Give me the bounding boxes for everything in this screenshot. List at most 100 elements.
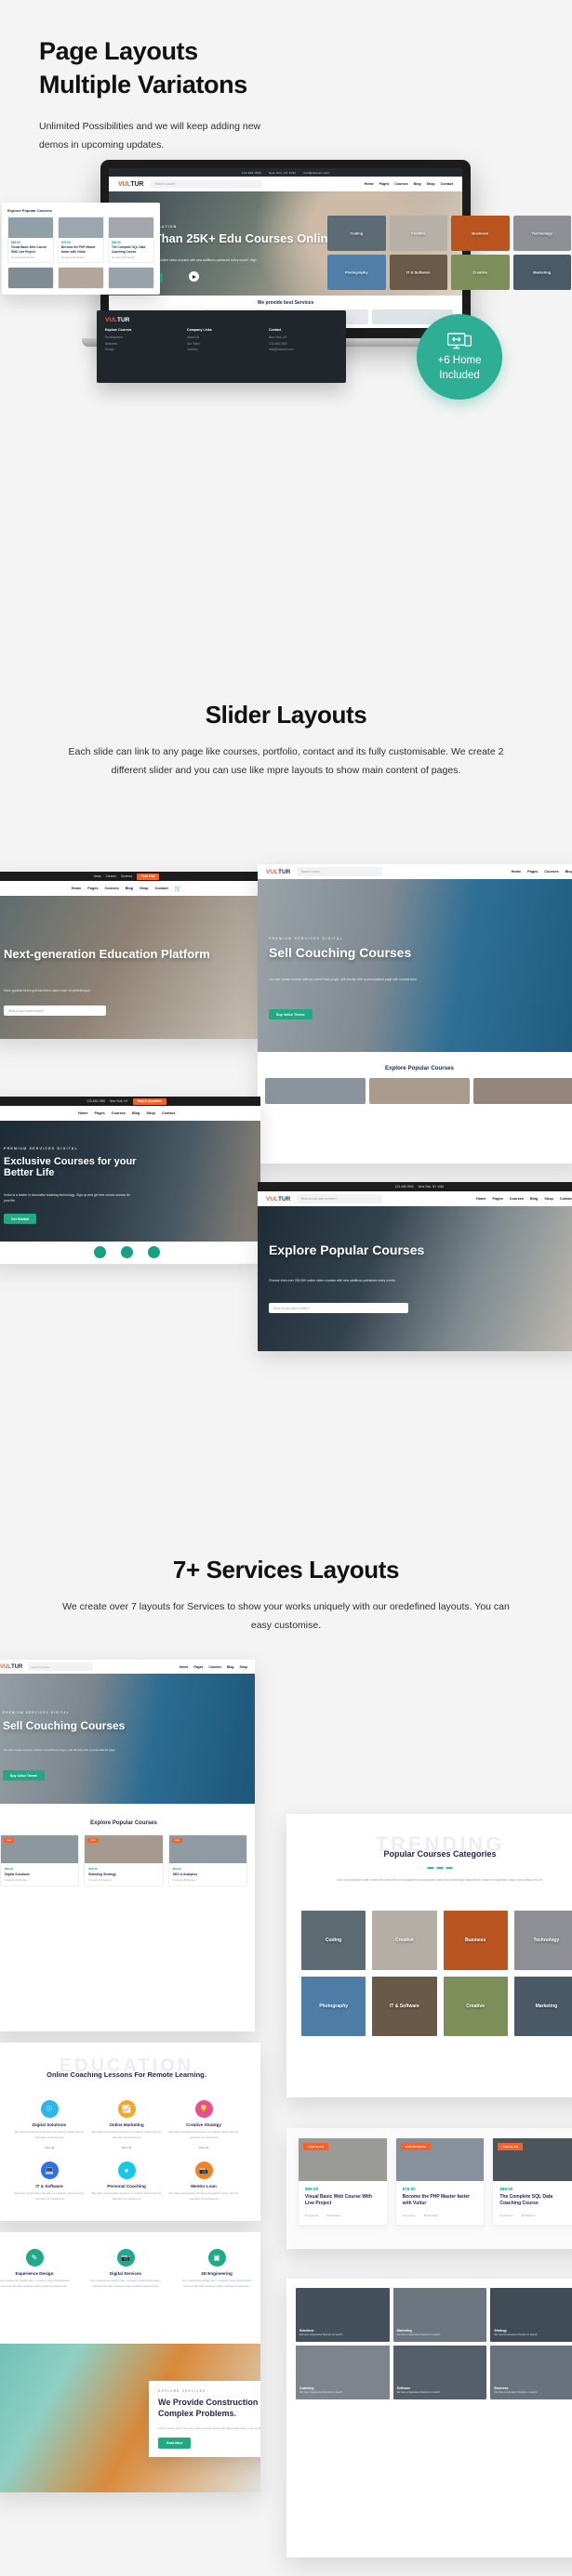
- buy-theme-button[interactable]: Buy Vultur Theme: [3, 1770, 45, 1781]
- nav-item-courses[interactable]: Courses: [394, 182, 407, 186]
- slider-shot-next-generation[interactable]: News Careers Services Free Trial Home Pa…: [0, 872, 260, 1039]
- brand-logo[interactable]: VULTUR: [0, 1664, 22, 1670]
- view-all-link[interactable]: View all: [167, 2146, 240, 2149]
- shot-search-input[interactable]: What do you want to learn?: [4, 1005, 106, 1016]
- slider-dot[interactable]: [93, 1246, 106, 1258]
- nav-item-contact[interactable]: Contact: [162, 1111, 175, 1115]
- course-card[interactable]: LIVE $79.00 Branding Strategy 8 Lessons …: [84, 1834, 164, 1886]
- buy-theme-button[interactable]: Buy Vultur Theme: [269, 1009, 313, 1019]
- course-card[interactable]: LIVE $89.00 Digital Solutions 8 Lessons …: [0, 1834, 80, 1886]
- nav-item-pages[interactable]: Pages: [527, 870, 538, 874]
- nav-item-shop[interactable]: Shop: [140, 887, 149, 890]
- category-tile[interactable]: Technology: [513, 1911, 572, 1970]
- category-tile[interactable]: Marketing: [513, 1977, 572, 2036]
- service-card[interactable]: 📈 Online Marketing We have progressive t…: [90, 2100, 163, 2149]
- footer-col-item[interactable]: Business: [105, 341, 174, 348]
- course-thumb[interactable]: [473, 1078, 572, 1104]
- nav-item-shop[interactable]: Shop: [240, 1665, 247, 1669]
- course-card[interactable]: ANGULAR $99.00 Visual Basic Web Course W…: [298, 2137, 388, 2226]
- nav-item-contact[interactable]: Contact: [155, 887, 168, 890]
- panel-search-input[interactable]: Search course...: [28, 1663, 94, 1671]
- footer-col-item[interactable]: About Us: [187, 335, 256, 341]
- nav-item-blog[interactable]: Blog: [414, 182, 421, 186]
- nav-item-shop[interactable]: Shop: [544, 1197, 553, 1201]
- shot-search-hero-input[interactable]: What do you want to learn?: [269, 1303, 408, 1313]
- gallery-tile[interactable]: Coaching We have progressive theories on …: [296, 2346, 390, 2399]
- topbar-link[interactable]: Services: [121, 874, 132, 878]
- service-card[interactable]: 💡 Creative Strategy We have progressive …: [167, 2100, 240, 2149]
- brand-logo[interactable]: VULTUR: [118, 181, 143, 188]
- nav-item-pages[interactable]: Pages: [87, 887, 98, 890]
- play-icon[interactable]: [189, 271, 199, 282]
- category-tile[interactable]: Creative: [389, 216, 447, 251]
- mini-course-card[interactable]: $79.00 Become the PHP Master faster with…: [58, 217, 104, 263]
- topbar-link[interactable]: Careers: [106, 874, 116, 878]
- footer-col-item[interactable]: Our Team: [187, 341, 256, 348]
- category-tile[interactable]: Creative: [372, 1911, 437, 1970]
- view-all-link[interactable]: View all: [90, 2146, 163, 2149]
- topbar-link[interactable]: News: [94, 874, 101, 878]
- nav-item-courses[interactable]: Courses: [104, 887, 118, 890]
- nav-item-home[interactable]: Home: [512, 870, 522, 874]
- slider-dots[interactable]: [0, 1246, 260, 1258]
- category-tile[interactable]: Coding: [301, 1911, 366, 1970]
- services-panel-gallery[interactable]: Solutions We have progressive theories on…: [286, 2279, 572, 2557]
- help-button[interactable]: Help & Ammeline: [132, 1097, 166, 1105]
- service-card[interactable]: ● Personal Coaching We have progressive …: [90, 2162, 163, 2202]
- gallery-tile[interactable]: Business We have progressive theories on …: [490, 2346, 572, 2399]
- course-thumb[interactable]: [369, 1078, 470, 1104]
- services-panel-courses[interactable]: ANGULAR $99.00 Visual Basic Web Course W…: [286, 2128, 572, 2249]
- category-tile[interactable]: Photography: [327, 255, 386, 290]
- services-panel-coaching[interactable]: EDUCATION Online Coaching Lessons For Re…: [0, 2043, 260, 2221]
- category-tile[interactable]: Photography: [301, 1977, 366, 2036]
- mini-course-card[interactable]: [108, 266, 154, 289]
- services-panel-sell-couching[interactable]: VULTUR Search course... Home Pages Cours…: [0, 1660, 255, 2031]
- nav-item-home[interactable]: Home: [476, 1197, 486, 1201]
- course-card[interactable]: WORDPRESS $79.00 Become the PHP Master f…: [394, 2137, 486, 2226]
- read-more-button[interactable]: Read More: [158, 2437, 192, 2449]
- brand-logo[interactable]: VULTUR: [266, 1196, 290, 1203]
- free-trial-button[interactable]: Free Trial: [137, 873, 160, 880]
- footer-col-item[interactable]: Careers: [187, 347, 256, 353]
- service-card[interactable]: ☉ Digital Solutions We have progressive …: [13, 2100, 86, 2149]
- footer-col-item[interactable]: Design: [105, 347, 174, 353]
- gallery-tile[interactable]: Marketing We have progressive theories on…: [392, 2288, 487, 2342]
- service-card[interactable]: ✎ Experience Design Our experience desig…: [0, 2249, 74, 2290]
- gallery-tile[interactable]: Software We have progressive theories on …: [392, 2346, 487, 2399]
- nav-item-pages[interactable]: Pages: [493, 1197, 503, 1201]
- nav-item-blog[interactable]: Blog: [565, 870, 572, 874]
- nav-item-home[interactable]: Home: [365, 182, 374, 186]
- shot-search-input[interactable]: Search course...: [297, 867, 383, 876]
- nav-item-home[interactable]: Home: [72, 887, 82, 890]
- cart-icon[interactable]: 🛒: [175, 886, 181, 892]
- nav-item-home[interactable]: Home: [180, 1665, 188, 1669]
- category-tile[interactable]: Marketing: [512, 255, 571, 290]
- category-tile[interactable]: Creative: [451, 255, 510, 290]
- nav-item-courses[interactable]: Courses: [112, 1111, 126, 1115]
- service-card[interactable]: 💻 IT & Software We have progressive theo…: [13, 2162, 86, 2202]
- nav-item-shop[interactable]: Shop: [146, 1111, 155, 1115]
- nav-item-courses[interactable]: Courses: [544, 870, 558, 874]
- brand-logo[interactable]: VULTUR: [266, 869, 290, 875]
- nav-item-pages[interactable]: Pages: [193, 1665, 203, 1669]
- slider-dot[interactable]: [147, 1246, 160, 1258]
- nav-item-home[interactable]: Home: [78, 1111, 88, 1115]
- category-tile[interactable]: IT & Software: [389, 255, 447, 290]
- nav-item-blog[interactable]: Blog: [530, 1197, 538, 1201]
- services-panel-trending[interactable]: TRENDING Popular Courses Categories Sed …: [286, 1814, 572, 2097]
- service-card[interactable]: 📷 Mentor Loan We have progressive theori…: [167, 2162, 240, 2202]
- mini-course-card[interactable]: $89.00 The Complete SQL Data Coaching Co…: [108, 217, 154, 263]
- slider-shot-explore-popular[interactable]: 123-456-7890 New York, NY 1062 VULTUR Wh…: [258, 1182, 572, 1351]
- category-tile[interactable]: IT & Software: [372, 1977, 437, 2036]
- search-input[interactable]: Search course...: [151, 179, 263, 189]
- service-card[interactable]: ▣ 3D Engineering Our experience design a…: [177, 2249, 257, 2290]
- nav-item-contact[interactable]: Contact: [560, 1197, 572, 1201]
- nav-item-pages[interactable]: Pages: [95, 1111, 105, 1115]
- category-tile[interactable]: Business: [451, 216, 510, 251]
- service-card[interactable]: 📷 Digital Services Our experience design…: [86, 2249, 166, 2290]
- nav-item-blog[interactable]: Blog: [132, 1111, 140, 1115]
- gallery-tile[interactable]: Strategy We have progressive theories on …: [490, 2288, 572, 2342]
- category-tile[interactable]: Coding: [327, 216, 386, 251]
- category-tile[interactable]: Technology: [512, 216, 571, 251]
- nav-item-courses[interactable]: Courses: [510, 1197, 524, 1201]
